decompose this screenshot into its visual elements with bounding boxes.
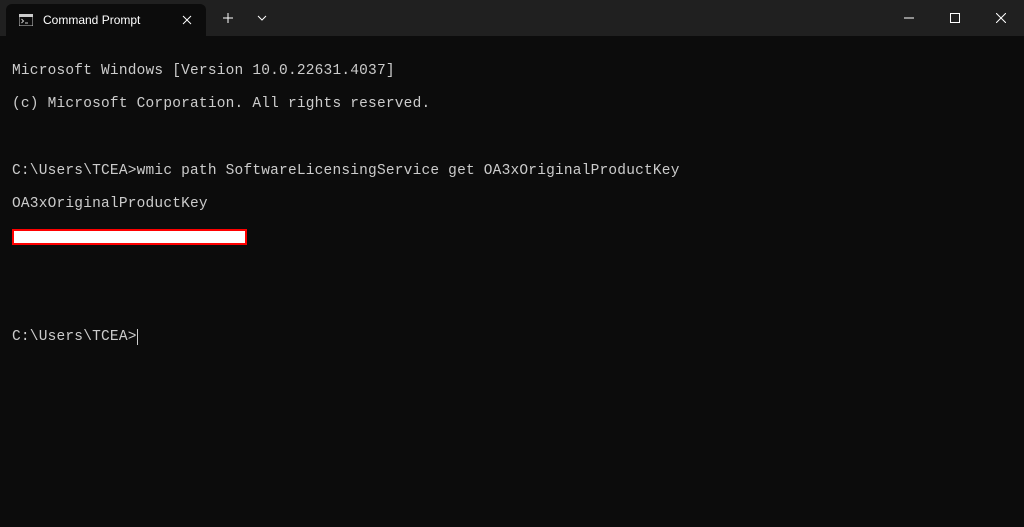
chevron-down-icon <box>257 15 267 21</box>
tab-actions <box>206 0 278 36</box>
terminal-cursor <box>137 329 138 345</box>
terminal-prompt-path: C:\Users\TCEA> <box>12 163 137 179</box>
minimize-button[interactable] <box>886 0 932 36</box>
redacted-product-key <box>12 229 247 245</box>
window-titlebar: Command Prompt <box>0 0 1024 36</box>
terminal-command: wmic path SoftwareLicensingService get O… <box>137 163 680 179</box>
terminal-line: Microsoft Windows [Version 10.0.22631.40… <box>12 63 1012 80</box>
terminal-blank-line <box>12 129 1012 146</box>
tab-command-prompt[interactable]: Command Prompt <box>6 4 206 36</box>
terminal-output[interactable]: Microsoft Windows [Version 10.0.22631.40… <box>0 36 1024 373</box>
window-close-button[interactable] <box>978 0 1024 36</box>
maximize-icon <box>950 13 960 23</box>
minimize-icon <box>904 13 914 23</box>
terminal-blank-line <box>12 296 1012 313</box>
terminal-line: (c) Microsoft Corporation. All rights re… <box>12 96 1012 113</box>
titlebar-drag-region[interactable] <box>278 0 886 36</box>
terminal-output-header: OA3xOriginalProductKey <box>12 196 1012 213</box>
tab-title: Command Prompt <box>43 13 169 27</box>
plus-icon <box>223 13 233 23</box>
tab-close-button[interactable] <box>178 11 196 29</box>
window-controls <box>886 0 1024 36</box>
maximize-button[interactable] <box>932 0 978 36</box>
new-tab-button[interactable] <box>212 2 244 34</box>
terminal-redacted-line <box>12 229 1012 246</box>
terminal-prompt-path: C:\Users\TCEA> <box>12 329 137 345</box>
terminal-prompt-line: C:\Users\TCEA>wmic path SoftwareLicensin… <box>12 163 1012 180</box>
close-icon <box>182 15 192 25</box>
tab-dropdown-button[interactable] <box>246 2 278 34</box>
terminal-prompt-line: C:\Users\TCEA> <box>12 329 1012 346</box>
terminal-icon <box>18 12 34 28</box>
terminal-blank-line <box>12 263 1012 280</box>
close-icon <box>996 13 1006 23</box>
